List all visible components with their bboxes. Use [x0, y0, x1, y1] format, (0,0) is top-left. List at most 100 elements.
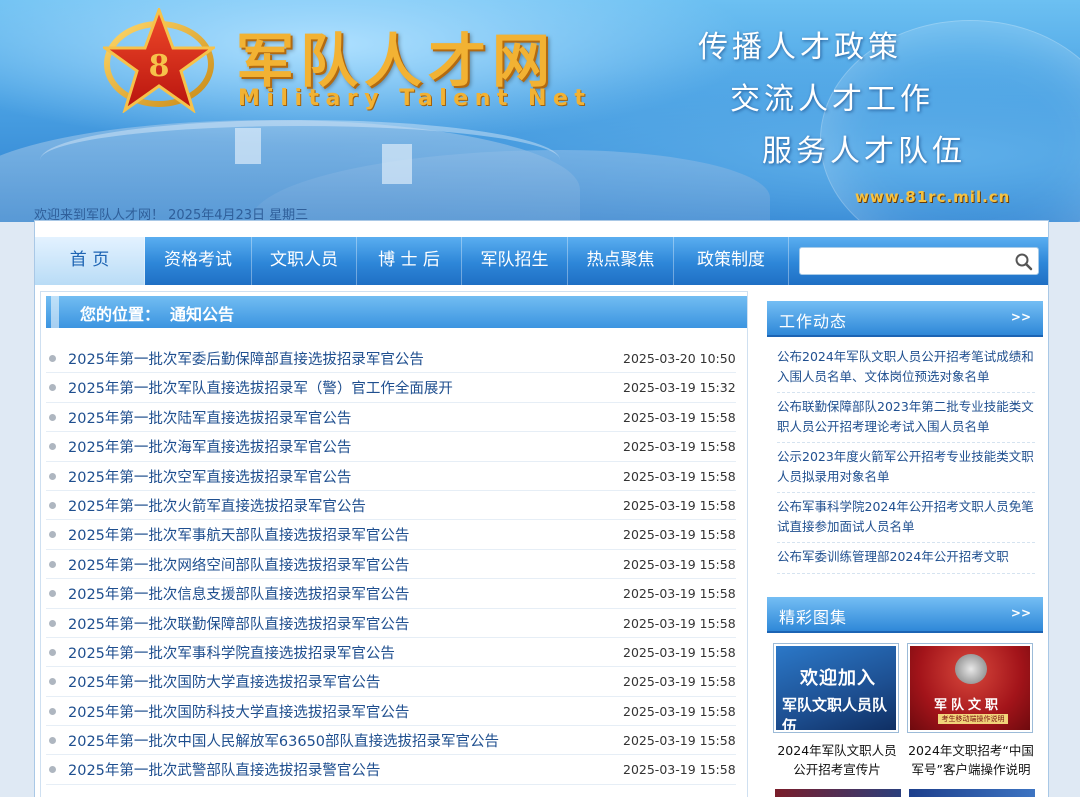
- notice-date: 2025-03-19 15:58: [623, 527, 736, 543]
- bullet-icon: [49, 384, 56, 392]
- notice-title[interactable]: 2025年第一批次火箭军直接选拔招录军官公告: [68, 495, 366, 516]
- gallery-image[interactable]: 军队文职 考生移动端操作说明: [907, 643, 1033, 733]
- notice-list: 2025年第一批次军委后勤保障部直接选拔招录军官公告 2025-03-20 10:…: [46, 344, 736, 785]
- bullet-icon: [49, 737, 56, 745]
- bullet-icon: [49, 443, 56, 451]
- watchtower-decoration: [235, 128, 261, 164]
- bullet-icon: [49, 531, 56, 539]
- bullet-icon: [49, 501, 56, 509]
- gallery-art-text: 欢迎加入: [800, 668, 876, 689]
- work-news-item[interactable]: 公布联勤保障部队2023年第二批专业技能类文职人员公开招考理论考试入围人员名单: [777, 393, 1035, 443]
- gallery-image-partial[interactable]: [909, 789, 1035, 797]
- notice-title[interactable]: 2025年第一批次空军直接选拔招录军官公告: [68, 466, 351, 487]
- main-nav: 首 页 资格考试 文职人员 博 士 后 军队招生 热点聚焦 政策制度: [35, 237, 1048, 285]
- bullet-icon: [49, 472, 56, 480]
- notice-date: 2025-03-19 15:58: [623, 615, 736, 631]
- notice-title[interactable]: 2025年第一批次军队直接选拔招录军（警）官工作全面展开: [68, 377, 453, 398]
- work-news-item[interactable]: 公布2024年军队文职人员公开招考笔试成绩和入围人员名单、文体岗位预选对象名单: [777, 343, 1035, 393]
- notice-title[interactable]: 2025年第一批次海军直接选拔招录军官公告: [68, 436, 351, 457]
- work-news-header: 工作动态 >>: [767, 301, 1043, 337]
- notice-item[interactable]: 2025年第一批次军事科学院直接选拔招录军官公告 2025-03-19 15:58: [46, 638, 736, 668]
- notice-panel: 您的位置： 通知公告 2025年第一批次军委后勤保障部直接选拔招录军官公告 2025…: [40, 291, 748, 797]
- slogan: 交流人才工作: [730, 82, 934, 117]
- gallery-heading: 精彩图集: [779, 608, 848, 627]
- slogan: 传播人才政策: [698, 30, 902, 65]
- notice-title[interactable]: 2025年第一批次陆军直接选拔招录军官公告: [68, 407, 351, 428]
- notice-date: 2025-03-19 15:58: [623, 733, 736, 749]
- bullet-icon: [49, 648, 56, 656]
- notice-title[interactable]: 2025年第一批次网络空间部队直接选拔招录军官公告: [68, 554, 409, 575]
- notice-date: 2025-03-19 15:58: [623, 468, 736, 484]
- notice-item[interactable]: 2025年第一批次陆军直接选拔招录军官公告 2025-03-19 15:58: [46, 403, 736, 433]
- bullet-icon: [49, 590, 56, 598]
- nav-item-qualification-exam[interactable]: 资格考试: [145, 237, 252, 285]
- breadcrumb: 您的位置： 通知公告: [80, 301, 244, 325]
- work-news-item[interactable]: 公布军委训练管理部2024年公开招考文职: [777, 543, 1035, 574]
- search-icon[interactable]: [1014, 252, 1034, 272]
- notice-title[interactable]: 2025年第一批次国防科技大学直接选拔招录军官公告: [68, 701, 409, 722]
- gallery-image[interactable]: 欢迎加入 军队文职人员队伍: [773, 643, 899, 733]
- notice-item[interactable]: 2025年第一批次国防科技大学直接选拔招录军官公告 2025-03-19 15:5…: [46, 697, 736, 727]
- notice-date: 2025-03-19 15:58: [623, 439, 736, 455]
- site-subtitle: Military Talent Net: [238, 86, 592, 111]
- notice-title[interactable]: 2025年第一批次军事科学院直接选拔招录军官公告: [68, 642, 395, 663]
- work-news-item[interactable]: 公示2023年度火箭军公开招考专业技能类文职人员拟录用对象名单: [777, 443, 1035, 493]
- notice-title[interactable]: 2025年第一批次军委后勤保障部直接选拔招录军官公告: [68, 348, 424, 369]
- nav-item-postdoc[interactable]: 博 士 后: [357, 237, 462, 285]
- notice-item[interactable]: 2025年第一批次火箭军直接选拔招录军官公告 2025-03-19 15:58: [46, 491, 736, 521]
- gallery-card: 军队文职 考生移动端操作说明 2024年文职招考“中国军号”客户端操作说明: [907, 643, 1035, 779]
- gallery-art-text: 考生移动端操作说明: [938, 714, 1008, 724]
- notice-item[interactable]: 2025年第一批次信息支援部队直接选拔招录军官公告 2025-03-19 15:5…: [46, 579, 736, 609]
- nav-item-policies[interactable]: 政策制度: [674, 237, 789, 285]
- search-input[interactable]: [804, 251, 1004, 273]
- notice-date: 2025-03-19 15:58: [623, 497, 736, 513]
- notice-title[interactable]: 2025年第一批次国防大学直接选拔招录军官公告: [68, 671, 380, 692]
- notice-item[interactable]: 2025年第一批次军委后勤保障部直接选拔招录军官公告 2025-03-20 10:…: [46, 344, 736, 374]
- notice-item[interactable]: 2025年第一批次国防大学直接选拔招录军官公告 2025-03-19 15:58: [46, 667, 736, 697]
- notice-item[interactable]: 2025年第一批次网络空间部队直接选拔招录军官公告 2025-03-19 15:5…: [46, 550, 736, 580]
- notice-item[interactable]: 2025年第一批次海军直接选拔招录军官公告 2025-03-19 15:58: [46, 432, 736, 462]
- gallery-card: 欢迎加入 军队文职人员队伍 2024年军队文职人员公开招考宣传片: [773, 643, 901, 779]
- notice-date: 2025-03-19 15:58: [623, 703, 736, 719]
- work-news-heading: 工作动态: [779, 312, 848, 331]
- bullet-icon: [49, 707, 56, 715]
- notice-date: 2025-03-19 15:32: [623, 380, 736, 396]
- gallery-more-link[interactable]: >>: [1011, 606, 1031, 620]
- notice-date: 2025-03-19 15:58: [623, 586, 736, 602]
- nav-item-civilian-staff[interactable]: 文职人员: [252, 237, 357, 285]
- bullet-icon: [49, 413, 56, 421]
- breadcrumb-prefix: 您的位置：: [80, 305, 161, 324]
- notice-title[interactable]: 2025年第一批次武警部队直接选拔招录警官公告: [68, 759, 380, 780]
- bullet-icon: [49, 678, 56, 686]
- work-news-item[interactable]: 公布军事科学院2024年公开招考文职人员免笔试直接参加面试人员名单: [777, 493, 1035, 543]
- header-banner: 8 军队人才网 Military Talent Net 传播人才政策 交流人才工…: [0, 0, 1080, 222]
- notice-item[interactable]: 2025年第一批次军队直接选拔招录军（警）官工作全面展开 2025-03-19 1…: [46, 373, 736, 403]
- gallery-caption[interactable]: 2024年军队文职人员公开招考宣传片: [773, 741, 901, 779]
- bullet-icon: [49, 355, 56, 362]
- notice-item[interactable]: 2025年第一批次空军直接选拔招录军官公告 2025-03-19 15:58: [46, 462, 736, 491]
- nav-item-home[interactable]: 首 页: [35, 237, 145, 285]
- notice-title[interactable]: 2025年第一批次军事航天部队直接选拔招录军官公告: [68, 524, 409, 545]
- gallery-image-partial[interactable]: [775, 789, 901, 797]
- site-url: www.81rc.mil.cn: [855, 188, 1011, 206]
- gallery-caption[interactable]: 2024年文职招考“中国军号”客户端操作说明: [907, 741, 1035, 779]
- breadcrumb-current[interactable]: 通知公告: [170, 305, 234, 324]
- work-news-more-link[interactable]: >>: [1011, 310, 1031, 324]
- notice-date: 2025-03-19 15:58: [623, 674, 736, 690]
- notice-item[interactable]: 2025年第一批次中国人民解放军63650部队直接选拔招录军官公告 2025-03…: [46, 726, 736, 756]
- notice-item[interactable]: 2025年第一批次军事航天部队直接选拔招录军官公告 2025-03-19 15:5…: [46, 520, 736, 550]
- notice-item[interactable]: 2025年第一批次联勤保障部队直接选拔招录军官公告 2025-03-19 15:5…: [46, 609, 736, 638]
- breadcrumb-accent: [51, 296, 59, 328]
- notice-title[interactable]: 2025年第一批次信息支援部队直接选拔招录军官公告: [68, 583, 409, 604]
- emblem-icon: [955, 654, 987, 684]
- nav-item-hot-topics[interactable]: 热点聚焦: [568, 237, 674, 285]
- notice-item[interactable]: 2025年第一批次武警部队直接选拔招录警官公告 2025-03-19 15:58: [46, 755, 736, 785]
- gallery-header: 精彩图集 >>: [767, 597, 1043, 633]
- nav-item-admissions[interactable]: 军队招生: [462, 237, 568, 285]
- notice-title[interactable]: 2025年第一批次中国人民解放军63650部队直接选拔招录军官公告: [68, 730, 499, 751]
- notice-title[interactable]: 2025年第一批次联勤保障部队直接选拔招录军官公告: [68, 613, 409, 634]
- notice-date: 2025-03-19 15:58: [623, 556, 736, 572]
- notice-date: 2025-03-20 10:50: [623, 351, 736, 366]
- watchtower-decoration: [382, 144, 412, 184]
- great-wall-decoration: [40, 120, 560, 200]
